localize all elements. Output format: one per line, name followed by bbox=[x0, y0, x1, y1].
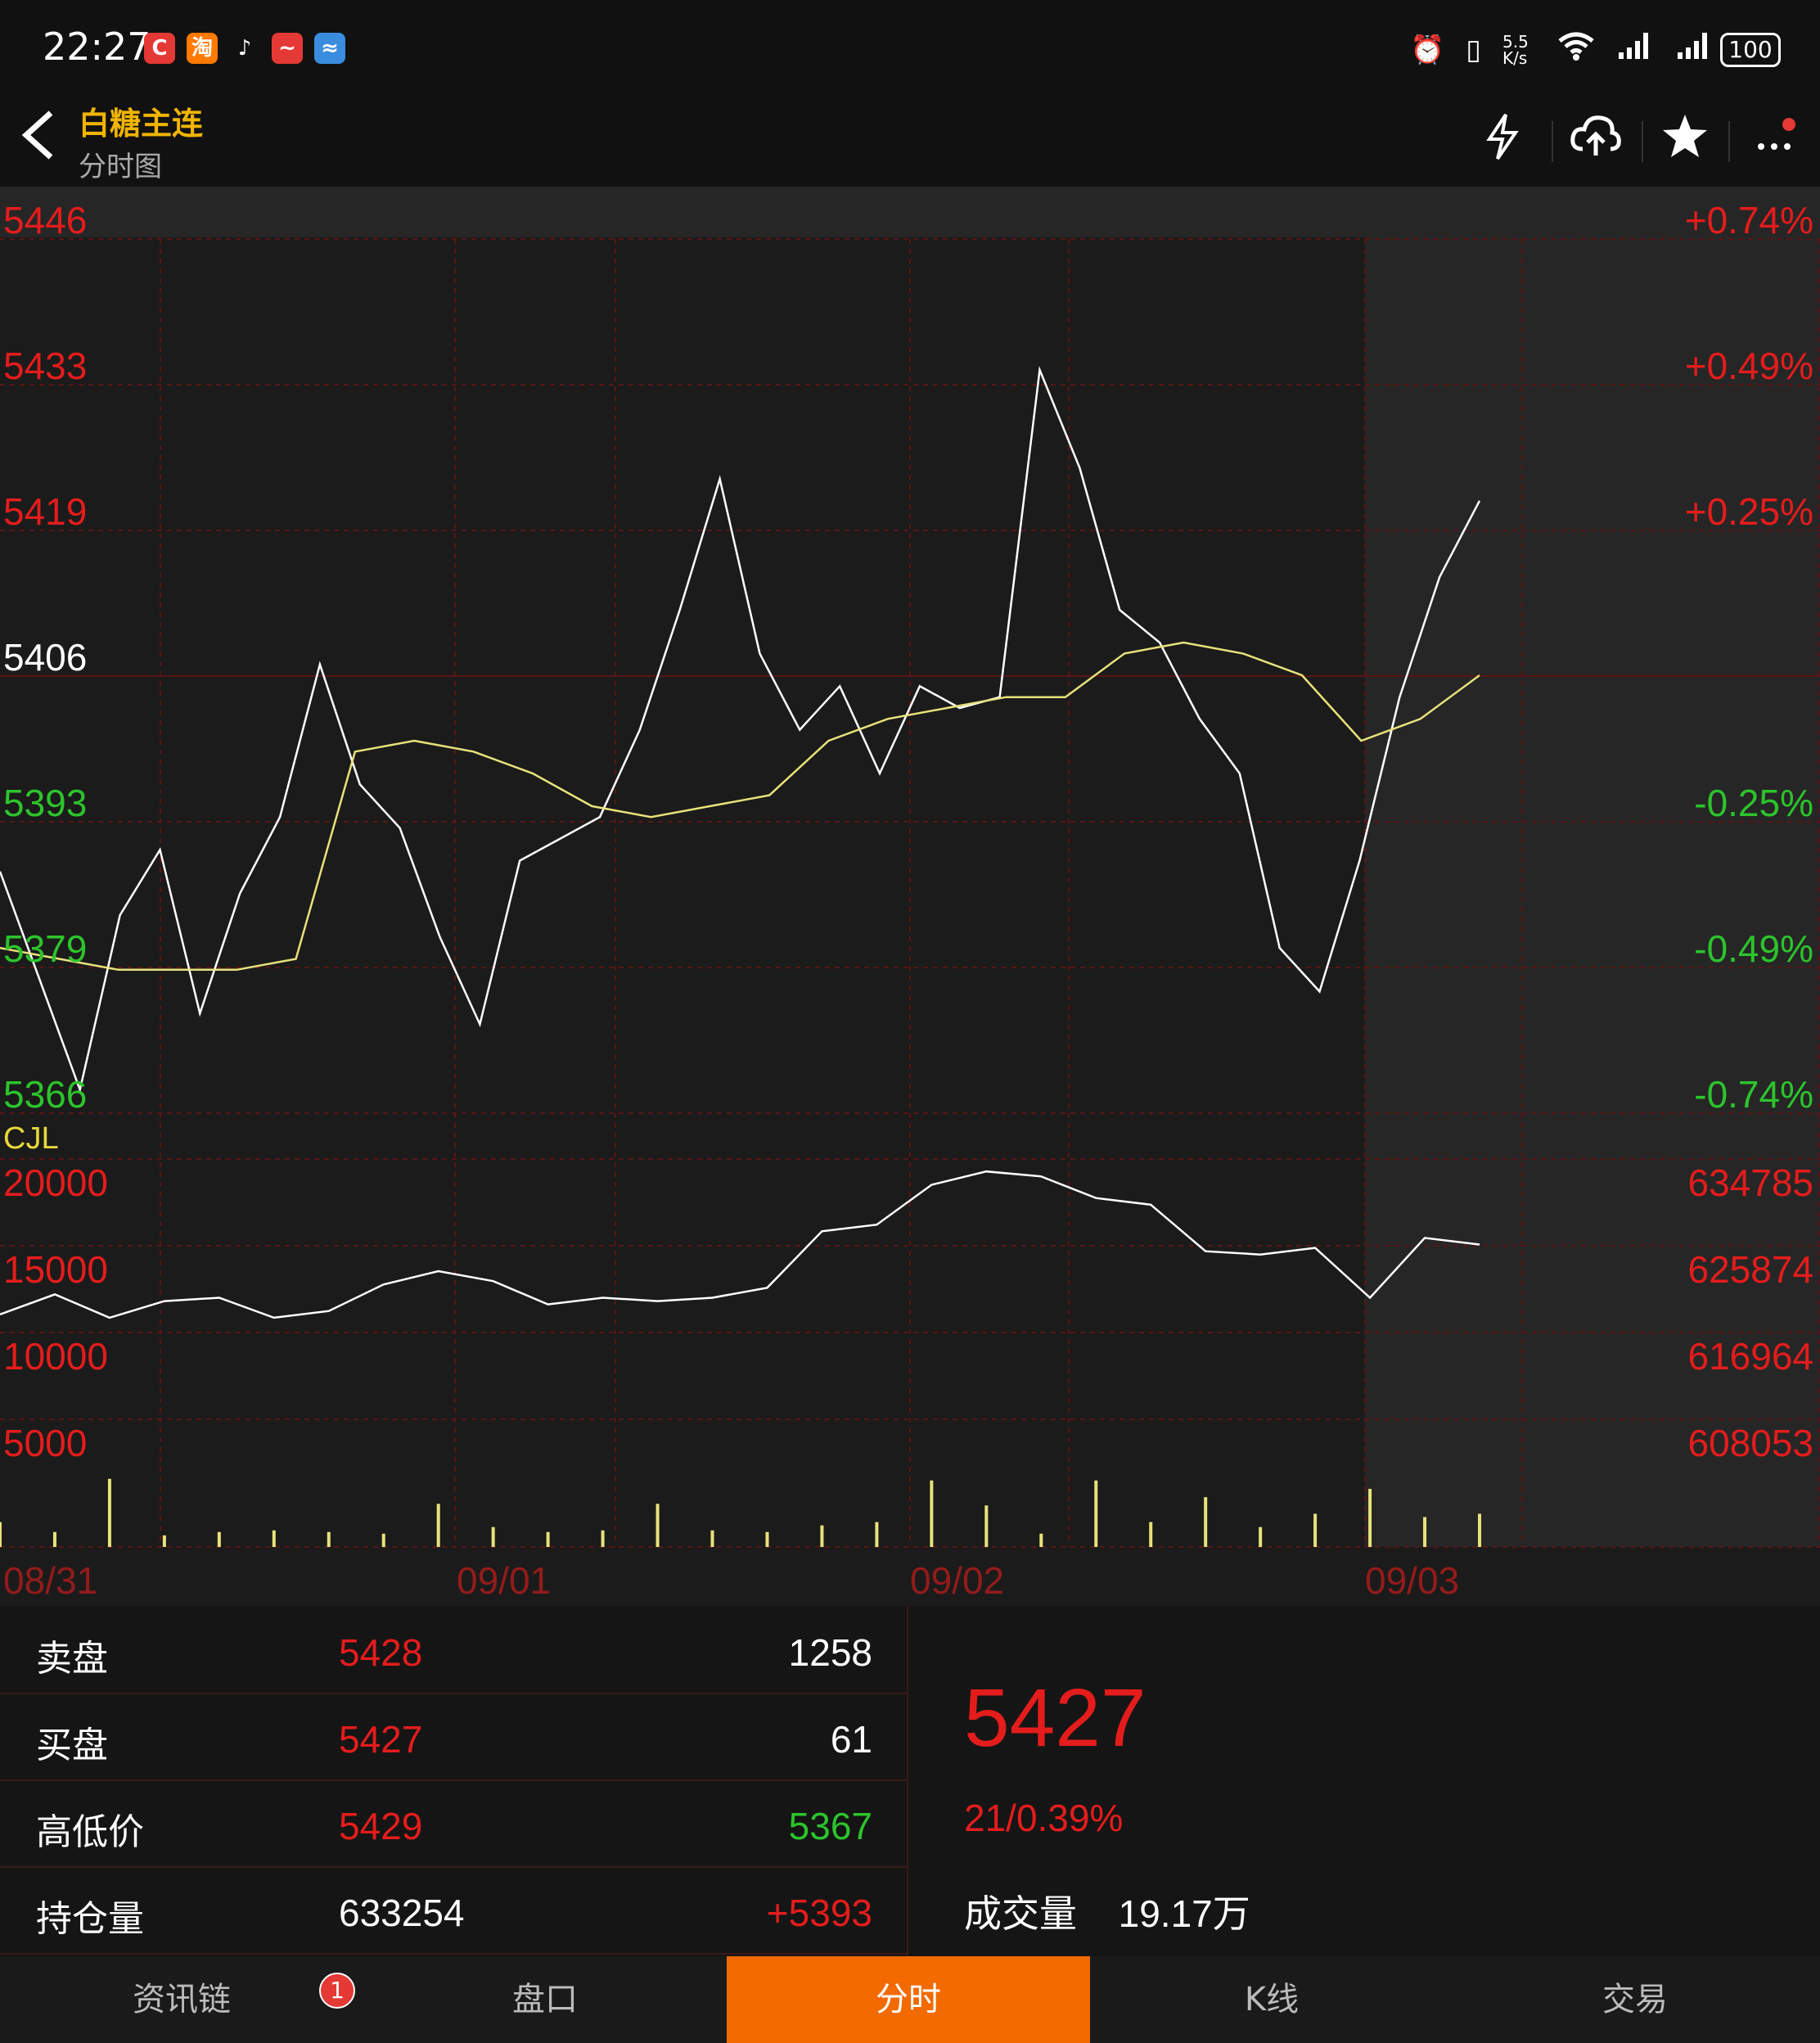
divider bbox=[907, 1606, 908, 1956]
price-line bbox=[0, 365, 1481, 1094]
price-label: 5406 bbox=[3, 636, 88, 679]
page-subtitle: 分时图 bbox=[79, 151, 162, 183]
open-interest-line bbox=[0, 1170, 1480, 1319]
price-label: 5393 bbox=[3, 782, 88, 824]
divider bbox=[1552, 121, 1553, 162]
open-interest-label: 608053 bbox=[1687, 1422, 1814, 1464]
notification-badge: 1 bbox=[319, 1973, 355, 2009]
tab-intraday[interactable]: 分时 bbox=[727, 1956, 1090, 2043]
pct-label: -0.25% bbox=[1694, 782, 1813, 824]
price-label: 5366 bbox=[3, 1073, 88, 1116]
page-title: 白糖主连 bbox=[79, 106, 204, 142]
pct-label: +0.49% bbox=[1684, 345, 1813, 387]
volume-value: 19.17万 bbox=[1118, 1892, 1250, 1935]
quote-row-volume: 61 bbox=[830, 1718, 872, 1761]
net-speed: 5.5 K/s bbox=[1502, 31, 1529, 68]
vibrate-icon: ▯ bbox=[1466, 33, 1481, 66]
tab-label: 盘口 bbox=[512, 1981, 578, 2018]
clock: 22:27 bbox=[43, 25, 151, 69]
last-price: 5427 bbox=[964, 1672, 1147, 1764]
quote-row-label: 高低价 bbox=[36, 1811, 144, 1853]
lightning-icon[interactable] bbox=[1483, 111, 1522, 174]
cloud-upload-icon[interactable] bbox=[1570, 111, 1622, 174]
quote-panel: 卖盘 5428 1258 买盘 5427 61 高低价 5429 5367 持仓量 633254 +5… bbox=[0, 1606, 1820, 1956]
quote-row-label: 持仓量 bbox=[36, 1898, 144, 1940]
volume-label: 5000 bbox=[3, 1422, 88, 1464]
wifi-icon bbox=[1556, 29, 1596, 70]
quote-row: 持仓量 633254 +5393 bbox=[0, 1866, 907, 1955]
date-label: 08/31 bbox=[3, 1559, 98, 1602]
back-button[interactable] bbox=[18, 106, 57, 178]
price-label: 5379 bbox=[3, 927, 88, 970]
tab-trade[interactable]: 交易 bbox=[1453, 1956, 1817, 2043]
quote-row-label: 卖盘 bbox=[36, 1638, 108, 1680]
price-change: 21/0.39% bbox=[964, 1797, 1124, 1839]
app-notification-icon: ♪ bbox=[229, 33, 260, 64]
volume-label: 20000 bbox=[3, 1161, 108, 1204]
quote-row: 卖盘 5428 1258 bbox=[0, 1606, 907, 1694]
tab-kline[interactable]: K线 bbox=[1090, 1956, 1453, 2043]
notification-dot bbox=[1782, 118, 1795, 131]
system-icons: ⏰ ▯ 5.5 K/s bbox=[1410, 29, 1714, 70]
tab-label: 资讯链 bbox=[133, 1981, 231, 2018]
pct-label: +0.74% bbox=[1684, 199, 1813, 241]
pct-label: -0.74% bbox=[1694, 1073, 1813, 1116]
date-label: 09/01 bbox=[457, 1559, 552, 1602]
volume-label: 15000 bbox=[3, 1248, 108, 1291]
alarm-icon: ⏰ bbox=[1409, 33, 1445, 66]
app-notification-icon: ≈ bbox=[314, 33, 345, 64]
divider bbox=[1642, 121, 1643, 162]
price-label: 5419 bbox=[3, 490, 88, 533]
quote-row-volume: 1258 bbox=[788, 1631, 872, 1674]
app-notification-icon: 淘 bbox=[187, 33, 218, 64]
price-label: 5433 bbox=[3, 345, 88, 387]
pct-label: -0.49% bbox=[1694, 927, 1813, 970]
volume-label: 成交量 bbox=[964, 1892, 1077, 1936]
battery-icon: 100 bbox=[1720, 33, 1781, 67]
price-label: 5446 bbox=[3, 199, 88, 241]
quote-row-value: 5429 bbox=[339, 1805, 423, 1847]
date-label: 09/03 bbox=[1365, 1559, 1460, 1602]
quote-row-value: 5428 bbox=[339, 1631, 423, 1674]
chart-svg bbox=[0, 238, 1820, 1548]
divider bbox=[1728, 121, 1730, 162]
tab-label: K线 bbox=[1244, 1981, 1300, 2018]
quote-row: 买盘 5427 61 bbox=[0, 1693, 907, 1781]
bottom-tab-bar: 资讯链 1 盘口 分时 K线 交易 bbox=[0, 1956, 1820, 2043]
signal-icon-2 bbox=[1676, 31, 1714, 68]
pct-label: +0.25% bbox=[1684, 490, 1813, 533]
star-icon[interactable] bbox=[1660, 111, 1710, 174]
quote-row: 高低价 5429 5367 bbox=[0, 1779, 907, 1868]
app-notification-icon: ~ bbox=[272, 33, 303, 64]
intraday-chart[interactable]: 5446 5433 5419 5406 5393 5379 5366 +0.74… bbox=[0, 187, 1820, 1606]
volume-label: 10000 bbox=[3, 1335, 108, 1378]
chevron-left-icon bbox=[21, 110, 53, 160]
open-interest-label: 625874 bbox=[1687, 1248, 1814, 1291]
app-notification-icon: C bbox=[144, 33, 175, 64]
signal-icon bbox=[1617, 31, 1655, 68]
tab-label: 交易 bbox=[1602, 1981, 1668, 2018]
open-interest-label: 616964 bbox=[1687, 1335, 1814, 1378]
date-label: 09/02 bbox=[910, 1559, 1005, 1602]
status-bar: 22:27 C 淘 ♪ ~ ≈ ⏰ ▯ 5.5 K/s 100 bbox=[0, 0, 1820, 98]
average-price-line bbox=[0, 641, 1480, 972]
quote-row-value: 5427 bbox=[339, 1718, 423, 1761]
volume-indicator-label: CJL bbox=[3, 1121, 59, 1156]
volume-summary: 成交量 19.17万 bbox=[964, 1884, 1250, 1938]
app-header: 白糖主连 分时图 bbox=[0, 98, 1820, 187]
tab-news-chain[interactable]: 资讯链 1 bbox=[0, 1956, 363, 2043]
open-interest-label: 634785 bbox=[1687, 1161, 1814, 1204]
quote-row-volume: 5367 bbox=[788, 1805, 872, 1847]
tab-order-book[interactable]: 盘口 bbox=[363, 1956, 727, 2043]
quote-row-value: 633254 bbox=[339, 1892, 465, 1934]
quote-row-volume: +5393 bbox=[766, 1892, 872, 1934]
tab-label: 分时 bbox=[876, 1981, 941, 2018]
quote-row-label: 买盘 bbox=[36, 1725, 108, 1766]
